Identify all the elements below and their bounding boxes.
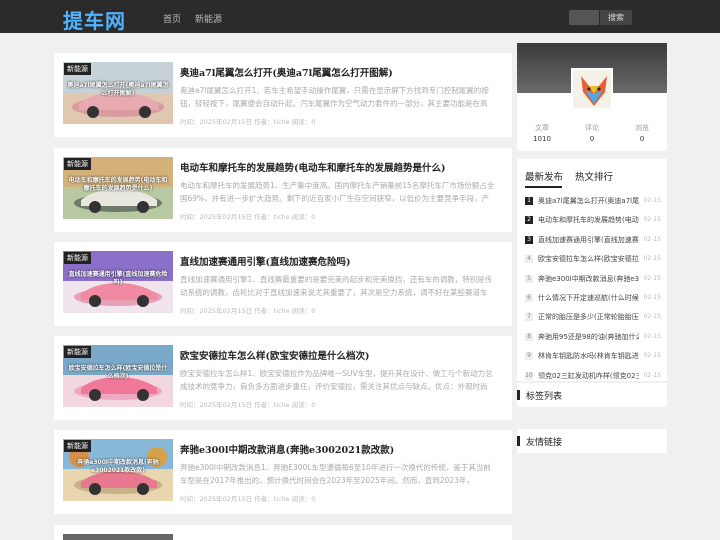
ranking-item[interactable]: 4 欧宝安德拉车怎么样(欧宝安德拉是什么档次) 02-15 (525, 254, 661, 266)
article-title[interactable]: 欧宝安德拉车怎么样(欧宝安德拉是什么档次) (180, 348, 370, 362)
article-card[interactable]: 新能源 奔驰e300l中期改款消息(奔驰e3002021款改款) 奔驰e300l… (54, 430, 512, 514)
article-title[interactable]: 奔驰e300l中期改款消息(奔驰e3002021款改款) (180, 442, 394, 456)
ranking-widget: 最新发布 热文排行 1 奥迪a7l尾翼怎么打开(奥迪a7l尾翼怎么打开图解) 02-… (517, 159, 667, 381)
rank-number: 2 (525, 216, 533, 225)
rank-number: 7 (525, 313, 533, 322)
links-title: 友情链接 (526, 438, 563, 448)
category-badge: 新能源 (64, 63, 91, 75)
site-logo[interactable]: 提车网 (63, 5, 126, 34)
rank-title[interactable]: 正常的胎压是多少(正常轮胎胎压是多少) (538, 312, 639, 322)
rank-title[interactable]: 林肯车钥匙防水吗(林肯车钥匙进水了怎么办) (538, 351, 639, 361)
stat-comments: 评论 0 (585, 124, 599, 143)
ranking-item[interactable]: 10 领克02三缸发动机咋样(领克02三缸发动机怎么样) 02-15 (525, 371, 661, 383)
rank-number: 6 (525, 294, 533, 302)
stat-views: 浏览 0 (635, 124, 649, 143)
ranking-item[interactable]: 6 什么情况下开定速巡航(什么时候开定速巡航) 02-15 (525, 293, 661, 305)
fox-avatar-icon (573, 70, 611, 108)
rank-date: 02-15 (643, 235, 661, 243)
article-summary: 奔驰e300l中期改款消息1、奔驰E300L车型遵循每6至10年进行一次换代的传… (180, 463, 491, 485)
article-card[interactable]: 新能源 电动车和摩托车的发展趋势(电动车和摩托车的发展趋势是什么) 电动车和摩托… (54, 148, 512, 232)
nav-home[interactable]: 首页 (163, 12, 181, 25)
rank-date: 02-15 (643, 274, 661, 282)
rank-title[interactable]: 欧宝安德拉车怎么样(欧宝安德拉是什么档次) (538, 254, 639, 264)
rank-number: 5 (525, 274, 533, 283)
article-meta: 时间：2025年02月15日 作者：tiche 阅读：0 (180, 213, 316, 221)
nav-new-energy[interactable]: 新能源 (195, 12, 222, 25)
rank-date: 02-15 (643, 313, 661, 321)
links-widget: 友情链接 (517, 429, 667, 453)
article-title[interactable]: 奥迪a7l尾翼怎么打开(奥迪a7l尾翼怎么打开图解) (180, 65, 393, 79)
rank-date: 02-15 (643, 216, 661, 224)
rank-number: 4 (525, 255, 533, 264)
article-thumbnail[interactable] (63, 534, 173, 540)
ranking-item[interactable]: 8 奔驰用95还是98的油(奔驰加什么油) 02-15 (525, 332, 661, 344)
search-button[interactable]: 搜索 (600, 10, 632, 25)
search-input[interactable] (569, 10, 599, 25)
rank-date: 02-15 (643, 255, 661, 263)
ranking-item[interactable]: 1 奥迪a7l尾翼怎么打开(奥迪a7l尾翼怎么打开图解) 02-15 (525, 196, 661, 208)
widget-accent-bar (517, 390, 520, 400)
rank-number: 8 (525, 332, 533, 341)
rank-title[interactable]: 直线加速赛通用引擎(直线加速赛危险吗) (538, 235, 639, 245)
rank-date: 02-15 (643, 352, 661, 360)
category-badge: 新能源 (64, 158, 91, 170)
article-summary: 欧宝安德拉车怎么样1、欧宝安德拉作为品牌唯一SUV车型，提升其在设计、做工与个新… (180, 369, 493, 391)
article-thumbnail[interactable]: 新能源 奔驰e300l中期改款消息(奔驰e3002021款改款) (63, 439, 173, 501)
category-badge: 新能源 (64, 440, 91, 452)
ranking-item[interactable]: 2 电动车和摩托车的发展趋势(电动车和摩托车的发展趋势是什么) 02-15 (525, 215, 661, 227)
profile-card: 文章 1010 评论 0 浏览 0 (517, 43, 667, 151)
article-thumbnail[interactable]: 新能源 欧宝安德拉车怎么样(欧宝安德拉是什么档次) (63, 345, 173, 407)
rank-title[interactable]: 奔驰用95还是98的油(奔驰加什么油) (538, 332, 639, 342)
article-meta: 时间：2025年02月15日 作者：tiche 阅读：0 (180, 495, 316, 503)
article-title[interactable]: 电动车和摩托车的发展趋势(电动车和摩托车的发展趋势是什么) (180, 160, 446, 174)
rank-title[interactable]: 电动车和摩托车的发展趋势(电动车和摩托车的发展趋势是什么) (538, 215, 639, 225)
rank-date: 02-15 (643, 294, 661, 301)
rank-date: 02-15 (643, 197, 661, 204)
thumbnail-caption: 欧宝安德拉车怎么样(欧宝安德拉是什么档次) (68, 365, 168, 380)
tab-latest[interactable]: 最新发布 (525, 169, 563, 183)
tags-title: 标签列表 (526, 392, 563, 402)
thumbnail-caption: 奔驰e300l中期改款消息(奔驰e3002021款改款) (77, 459, 159, 474)
stat-articles: 文章 1010 (533, 124, 551, 143)
rank-title[interactable]: 领克02三缸发动机咋样(领克02三缸发动机怎么样) (538, 371, 639, 381)
article-thumbnail[interactable]: 新能源 奥迪a7l尾翼怎么打开(奥迪a7l尾翼怎么打开图解) (63, 62, 173, 124)
category-badge: 新能源 (64, 346, 91, 358)
thumbnail-caption: 电动车和摩托车的发展趋势(电动车和摩托车的发展趋势是什么) (68, 177, 168, 192)
article-summary: 直线加速赛通用引擎1、直线赛最重要的是要完美的起步和完美换挡，还有车的调教，特别… (180, 275, 493, 297)
ranking-item[interactable]: 3 直线加速赛通用引擎(直线加速赛危险吗) 02-15 (525, 235, 661, 247)
thumbnail-caption: 直线加速赛通用引擎(直线加速赛危险吗) (68, 271, 168, 286)
rank-number: 10 (525, 371, 533, 380)
article-summary: 奥迪a7l尾翼怎么打开1、若车主希望手动操作尾翼，只需在显示屏下方找到专门控制尾… (180, 86, 489, 108)
thumbnail-caption: 奥迪a7l尾翼怎么打开(奥迪a7l尾翼怎么打开图解) (67, 82, 169, 97)
avatar[interactable] (571, 68, 613, 110)
article-meta: 时间：2025年02月15日 作者：tiche 阅读：0 (180, 307, 316, 315)
tags-widget: 标签列表 (517, 383, 667, 407)
article-meta: 时间：2025年02月15日 作者：tiche 阅读：0 (180, 118, 316, 126)
ranking-item[interactable]: 7 正常的胎压是多少(正常轮胎胎压是多少) 02-15 (525, 312, 661, 324)
article-card[interactable]: 新能源 奥迪a7l尾翼怎么打开(奥迪a7l尾翼怎么打开图解) 奥迪a7l尾翼怎么… (54, 53, 512, 137)
article-card[interactable]: 新能源 直线加速赛通用引擎(直线加速赛危险吗) 直线加速赛通用引擎(直线加速赛危… (54, 242, 512, 326)
tab-hot[interactable]: 热文排行 (575, 169, 613, 183)
rank-number: 9 (525, 352, 533, 361)
article-title[interactable]: 直线加速赛通用引擎(直线加速赛危险吗) (180, 254, 351, 268)
article-card[interactable]: 新能源 欧宝安德拉车怎么样(欧宝安德拉是什么档次) 欧宝安德拉车怎么样(欧宝安德… (54, 336, 512, 420)
rank-date: 02-15 (643, 332, 661, 340)
top-navigation-bar: 提车网 首页 新能源 搜索 (0, 0, 720, 33)
active-tab-indicator (525, 186, 562, 188)
rank-title[interactable]: 奥迪a7l尾翼怎么打开(奥迪a7l尾翼怎么打开图解) (538, 196, 639, 206)
article-thumbnail[interactable]: 新能源 电动车和摩托车的发展趋势(电动车和摩托车的发展趋势是什么) (63, 157, 173, 219)
rank-number: 1 (525, 197, 533, 205)
article-meta: 时间：2025年02月15日 作者：tiche 阅读：0 (180, 401, 316, 409)
article-summary: 电动车和摩托车的发展趋势1、生产集中度高。国内摩托车产销量前15名摩托车厂市场份… (180, 181, 495, 203)
rank-title[interactable]: 什么情况下开定速巡航(什么时候开定速巡航) (538, 293, 639, 303)
ranking-item[interactable]: 5 奔驰e300l中期改款消息(奔驰e3002021款改款) 02-15 (525, 274, 661, 286)
article-card[interactable] (54, 525, 512, 540)
article-thumbnail[interactable]: 新能源 直线加速赛通用引擎(直线加速赛危险吗) (63, 251, 173, 313)
rank-title[interactable]: 奔驰e300l中期改款消息(奔驰e3002021款改款) (538, 274, 639, 284)
widget-accent-bar (517, 436, 520, 446)
rank-number: 3 (525, 235, 533, 244)
category-badge: 新能源 (64, 252, 91, 264)
rank-date: 02-15 (643, 371, 661, 379)
ranking-item[interactable]: 9 林肯车钥匙防水吗(林肯车钥匙进水了怎么办) 02-15 (525, 351, 661, 363)
